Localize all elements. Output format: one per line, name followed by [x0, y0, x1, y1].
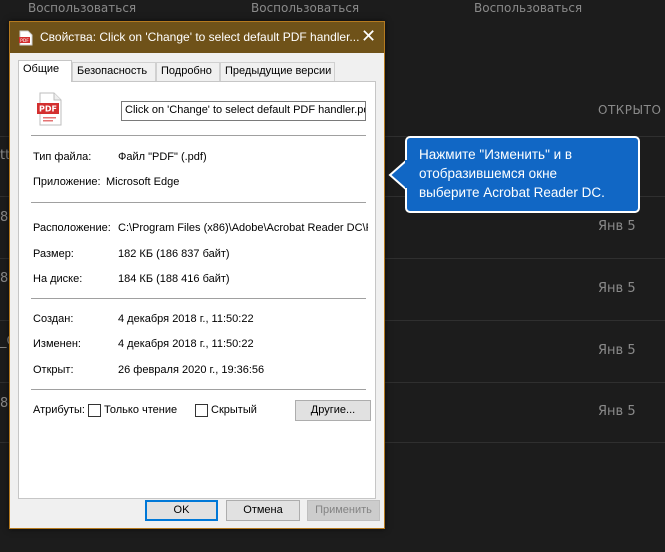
instruction-tooltip: Нажмите "Изменить" и в отобразившемся ок… — [405, 136, 640, 213]
general-panel: PDF Click on 'Change' to select default … — [18, 81, 376, 499]
modified-label: Изменен: — [33, 338, 81, 350]
location-value: C:\Program Files (x86)\Adobe\Acrobat Rea… — [118, 222, 368, 234]
readonly-checkbox[interactable] — [88, 404, 101, 417]
dialog-title: Свойства: Click on 'Change' to select de… — [40, 30, 360, 44]
pdf-file-icon: PDF — [37, 92, 62, 126]
size-label: Размер: — [33, 248, 74, 260]
properties-dialog: PDF Свойства: Click on 'Change' to selec… — [9, 21, 385, 529]
created-value: 4 декабря 2018 г., 11:50:22 — [118, 313, 254, 325]
separator — [31, 298, 366, 299]
tooltip-line: отобразившемся окне — [419, 166, 558, 181]
row-date: Янв 5 — [598, 281, 636, 296]
hidden-checkbox[interactable] — [195, 404, 208, 417]
row-date: Янв 5 — [598, 219, 636, 234]
created-label: Создан: — [33, 313, 74, 325]
tooltip-line: Нажмите "Изменить" и в — [419, 147, 573, 162]
size-on-disk-label: На диске: — [33, 273, 83, 285]
tab-details[interactable]: Подробно — [156, 62, 220, 81]
file-type-value: Файл "PDF" (.pdf) — [118, 151, 207, 163]
separator — [31, 135, 366, 136]
row-date: Янв 5 — [598, 343, 636, 358]
hidden-label[interactable]: Скрытый — [211, 404, 257, 416]
pdf-file-icon: PDF — [19, 30, 33, 46]
row-edge-text: 8 — [0, 210, 9, 225]
cancel-button[interactable]: Отмена — [226, 500, 300, 521]
file-type-label: Тип файла: — [33, 151, 92, 163]
opened-value: 26 февраля 2020 г., 19:36:56 — [118, 364, 265, 376]
readonly-label[interactable]: Только чтение — [104, 404, 177, 416]
column-header-opened[interactable]: ОТКРЫТО — [598, 103, 661, 117]
dialog-titlebar[interactable]: PDF Свойства: Click on 'Change' to selec… — [10, 22, 384, 53]
separator — [31, 202, 366, 203]
use-button-label[interactable]: Воспользоваться — [251, 1, 359, 15]
opened-label: Открыт: — [33, 364, 74, 376]
svg-text:PDF: PDF — [20, 38, 29, 44]
size-value: 182 КБ (186 837 байт) — [118, 248, 230, 260]
row-date: Янв 5 — [598, 404, 636, 419]
use-button-label[interactable]: Воспользоваться — [474, 1, 582, 15]
application-label: Приложение: — [33, 176, 101, 188]
size-on-disk-value: 184 КБ (188 416 байт) — [118, 273, 230, 285]
modified-value: 4 декабря 2018 г., 11:50:22 — [118, 338, 254, 350]
file-name-input[interactable]: Click on 'Change' to select default PDF … — [121, 101, 366, 121]
separator — [31, 389, 366, 390]
close-icon: ✕ — [360, 26, 377, 47]
application-value: Microsoft Edge — [106, 176, 180, 188]
svg-text:PDF: PDF — [39, 105, 57, 114]
use-button-label[interactable]: Воспользоваться — [28, 1, 136, 15]
tooltip-line: выберите Acrobat Reader DC. — [419, 185, 605, 200]
tab-general[interactable]: Общие — [18, 60, 72, 82]
tooltip-pointer-join — [405, 160, 409, 188]
row-edge-text: 8 — [0, 271, 9, 286]
row-edge-text: 8 — [0, 396, 9, 411]
tab-previous-versions[interactable]: Предыдущие версии — [220, 62, 335, 81]
advanced-attributes-button[interactable]: Другие... — [295, 400, 371, 421]
tab-security[interactable]: Безопасность — [72, 62, 156, 81]
ok-button[interactable]: OK — [145, 500, 218, 521]
attributes-label: Атрибуты: — [33, 404, 85, 416]
apply-button[interactable]: Применить — [307, 500, 380, 521]
location-label: Расположение: — [33, 222, 111, 234]
close-button[interactable]: ✕ — [353, 22, 384, 53]
